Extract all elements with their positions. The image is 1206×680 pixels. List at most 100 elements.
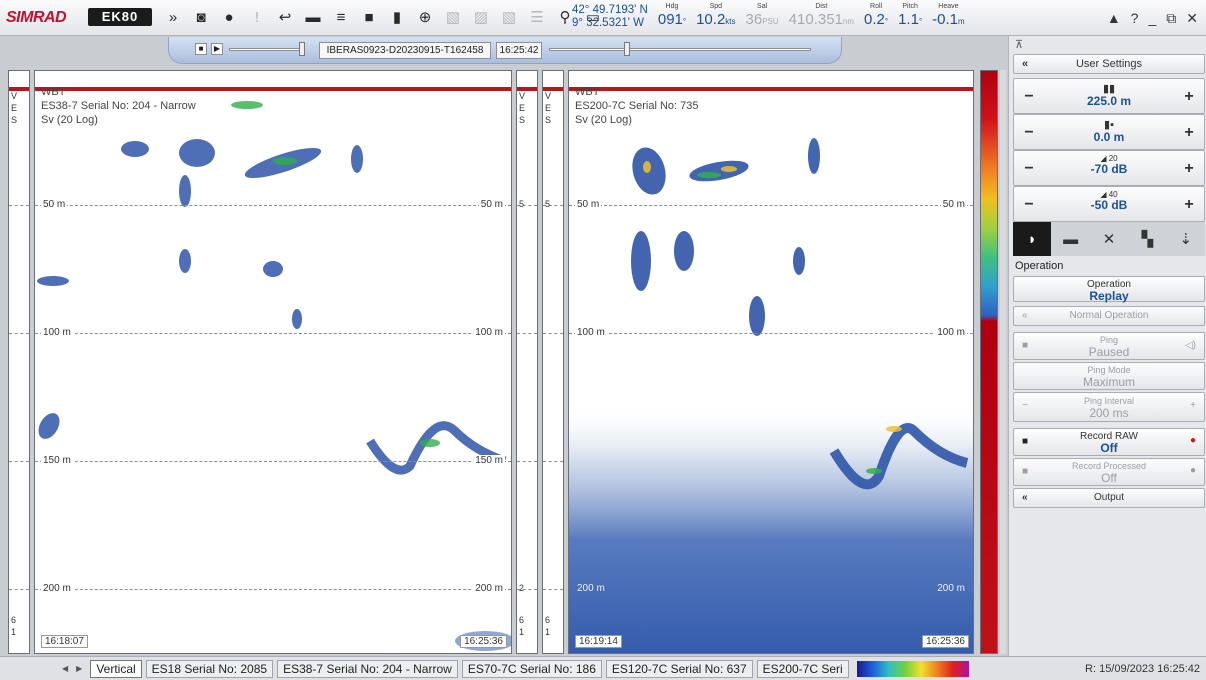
pin-icon[interactable]: ⊼ xyxy=(1015,38,1023,51)
layer3-icon[interactable]: ▧ xyxy=(498,7,520,27)
threshold-min-increase-button[interactable]: + xyxy=(1174,150,1204,188)
return-arrow-icon[interactable]: ↩ xyxy=(274,7,296,27)
threshold-min-control: − ◢ 20 -70 dB + xyxy=(1013,150,1205,186)
tab-operation-icon[interactable]: ◗ xyxy=(1013,222,1052,256)
thin3-label-e: E xyxy=(545,103,552,113)
ping-label: Ping xyxy=(1099,335,1118,345)
echogram-es38[interactable]: WBT ES38-7 Serial No: 204 - Narrow Sv (2… xyxy=(34,70,512,654)
ek80-logo: EK80 xyxy=(88,8,152,26)
close-icon[interactable]: ✕ xyxy=(1186,10,1198,27)
ping-interval-label: Ping Interval xyxy=(1083,396,1135,406)
simrad-logo: SIMRAD xyxy=(6,9,67,26)
layer-icon[interactable]: ▧ xyxy=(442,7,464,27)
minimize-icon[interactable]: _ xyxy=(1148,10,1156,27)
ping-mode-button[interactable]: Ping Mode Maximum xyxy=(1013,362,1205,390)
tab-es200[interactable]: ES200-7C Seri xyxy=(756,659,849,678)
speed-slider-knob[interactable] xyxy=(299,42,305,56)
vertical-scrollbar[interactable] xyxy=(1000,70,1006,654)
range-decrease-button[interactable]: − xyxy=(1014,78,1044,116)
settings-panel: ⊼ « User Settings − ▮▮ 225.0 m + − ▮▪ 0.… xyxy=(1008,36,1206,656)
depth-line-150 xyxy=(35,461,511,462)
echo1-depth-150-right: 150 m xyxy=(473,455,505,466)
start-decrease-button[interactable]: − xyxy=(1014,114,1044,152)
status-bar: ◀ ▶ Vertical ES18 Serial No: 2085 ES38-7… xyxy=(0,656,1206,680)
position-slider[interactable] xyxy=(549,48,811,51)
replay-time: 16:25:42 xyxy=(496,42,542,59)
tab-es70[interactable]: ES70-7C Serial No: 186 xyxy=(461,659,602,678)
top-toolbar: SIMRAD EK80 » ◙ ● ! ↩ ▬ ≡ ■ ▮ ⊕ ▧ ▨ ▧ ☰ … xyxy=(0,0,1206,36)
echogram-es200[interactable]: WBT ES200-7C Serial No: 735 Sv (20 Log) … xyxy=(568,70,974,654)
thin2-label-s: S xyxy=(519,115,526,125)
speed-label: Spd xyxy=(709,3,723,10)
stop-icon[interactable]: ■ xyxy=(195,43,207,55)
thin-label-s: S xyxy=(11,115,18,125)
pitch-value: 1.1° xyxy=(898,11,923,28)
start-increase-button[interactable]: + xyxy=(1174,114,1204,152)
echo1-depth-100-right: 100 m xyxy=(473,327,505,338)
operation-value: Replay xyxy=(1089,289,1129,303)
user-settings-button[interactable]: « User Settings xyxy=(1013,54,1205,74)
record-raw-value: Off xyxy=(1100,441,1118,455)
tab-vertical[interactable]: Vertical xyxy=(90,659,142,678)
bar-chart-icon[interactable]: ▮ xyxy=(386,7,408,27)
record-timestamp: R: 15/09/2023 16:25:42 xyxy=(1085,662,1200,675)
tab-output-icon[interactable]: ⇣ xyxy=(1167,222,1205,256)
thin-label-e: E xyxy=(11,103,18,113)
tab-setup-icon[interactable]: ✕ xyxy=(1090,222,1128,256)
ping-interval-increase[interactable]: + xyxy=(1190,400,1196,411)
layer2-icon[interactable]: ▨ xyxy=(470,7,492,27)
help-icon[interactable]: ? xyxy=(1131,10,1139,27)
depth-line-200 xyxy=(35,589,511,590)
tab-display-icon[interactable]: ▬ xyxy=(1051,222,1089,256)
echogram-es120-thin[interactable]: V E S 5 6 1 xyxy=(542,70,564,654)
operation-button[interactable]: Operation Replay xyxy=(1013,276,1205,302)
color-scale-icon[interactable]: ▬ xyxy=(302,7,324,27)
speed-slider[interactable] xyxy=(229,48,305,51)
ping-interval-control[interactable]: − Ping Interval 200 ms + xyxy=(1013,392,1205,422)
salinity-value: 36PSU xyxy=(745,11,779,28)
tab-es120[interactable]: ES120-7C Serial No: 637 xyxy=(605,659,753,678)
threshold-max-increase-button[interactable]: + xyxy=(1174,186,1204,224)
list-icon[interactable]: ☰ xyxy=(526,7,548,27)
tab-layout-icon[interactable]: ▚ xyxy=(1128,222,1166,256)
ping-interval-value: 200 ms xyxy=(1089,406,1129,420)
start-range-control: − ▮▪ 0.0 m + xyxy=(1013,114,1205,150)
output-button[interactable]: « Output xyxy=(1013,488,1205,508)
ping-interval-decrease[interactable]: − xyxy=(1022,400,1028,411)
echogram-icon[interactable]: ■ xyxy=(358,7,380,27)
echo2-depth-200-right: 200 m xyxy=(937,583,965,594)
echo2-depth-100-left: 100 m xyxy=(575,327,607,338)
camera-icon[interactable]: ◙ xyxy=(190,7,212,27)
tab-es18[interactable]: ES18 Serial No: 2085 xyxy=(145,659,274,678)
threshold-min-decrease-button[interactable]: − xyxy=(1014,150,1044,188)
alarm-icon[interactable]: ! xyxy=(246,7,268,27)
record-processed-button[interactable]: ■ Record Processed Off ● xyxy=(1013,458,1205,486)
echogram-es38-plot xyxy=(37,101,511,651)
color-scale-bar[interactable] xyxy=(980,70,998,654)
echo1-depth-200-right: 200 m xyxy=(473,583,505,594)
tab-scroll-left-icon[interactable]: ◀ xyxy=(62,664,68,673)
collapse-chevron-icon[interactable]: » xyxy=(162,7,184,27)
play-icon[interactable]: ▶ xyxy=(211,43,223,55)
restore-icon[interactable]: ⧉ xyxy=(1166,10,1176,27)
record-raw-button[interactable]: ■ Record RAW Off ● xyxy=(1013,428,1205,456)
threshold-max-decrease-button[interactable]: − xyxy=(1014,186,1044,224)
tab-es38[interactable]: ES38-7 Serial No: 204 - Narrow xyxy=(277,659,458,678)
thin3-label-s: S xyxy=(545,115,552,125)
ping-button[interactable]: ■ Ping Paused ◁) xyxy=(1013,332,1205,360)
speed-value: 10.2kts xyxy=(696,11,736,28)
record-icon[interactable]: ● xyxy=(218,7,240,27)
depth-scale-icon[interactable]: ≡ xyxy=(330,7,352,27)
echo1-start-time: 16:18:07 xyxy=(41,635,88,648)
echogram-es18-thin[interactable]: V E S 6 1 xyxy=(8,70,30,654)
thin-label-1: 1 xyxy=(11,627,17,637)
heave-value: -0.1m xyxy=(932,11,965,28)
replay-bar: ■ ▶ IBERAS0923-D20230915-T162458 16:25:4… xyxy=(168,37,842,64)
echogram-es70-thin[interactable]: V E S 5 2 6 1 xyxy=(516,70,538,654)
position-slider-knob[interactable] xyxy=(624,42,630,56)
warning-icon[interactable]: ▲ xyxy=(1107,10,1121,27)
normal-operation-button[interactable]: « Normal Operation xyxy=(1013,306,1205,326)
range-increase-button[interactable]: + xyxy=(1174,78,1204,116)
tab-scroll-right-icon[interactable]: ▶ xyxy=(76,664,82,673)
target-icon[interactable]: ⊕ xyxy=(414,7,436,27)
